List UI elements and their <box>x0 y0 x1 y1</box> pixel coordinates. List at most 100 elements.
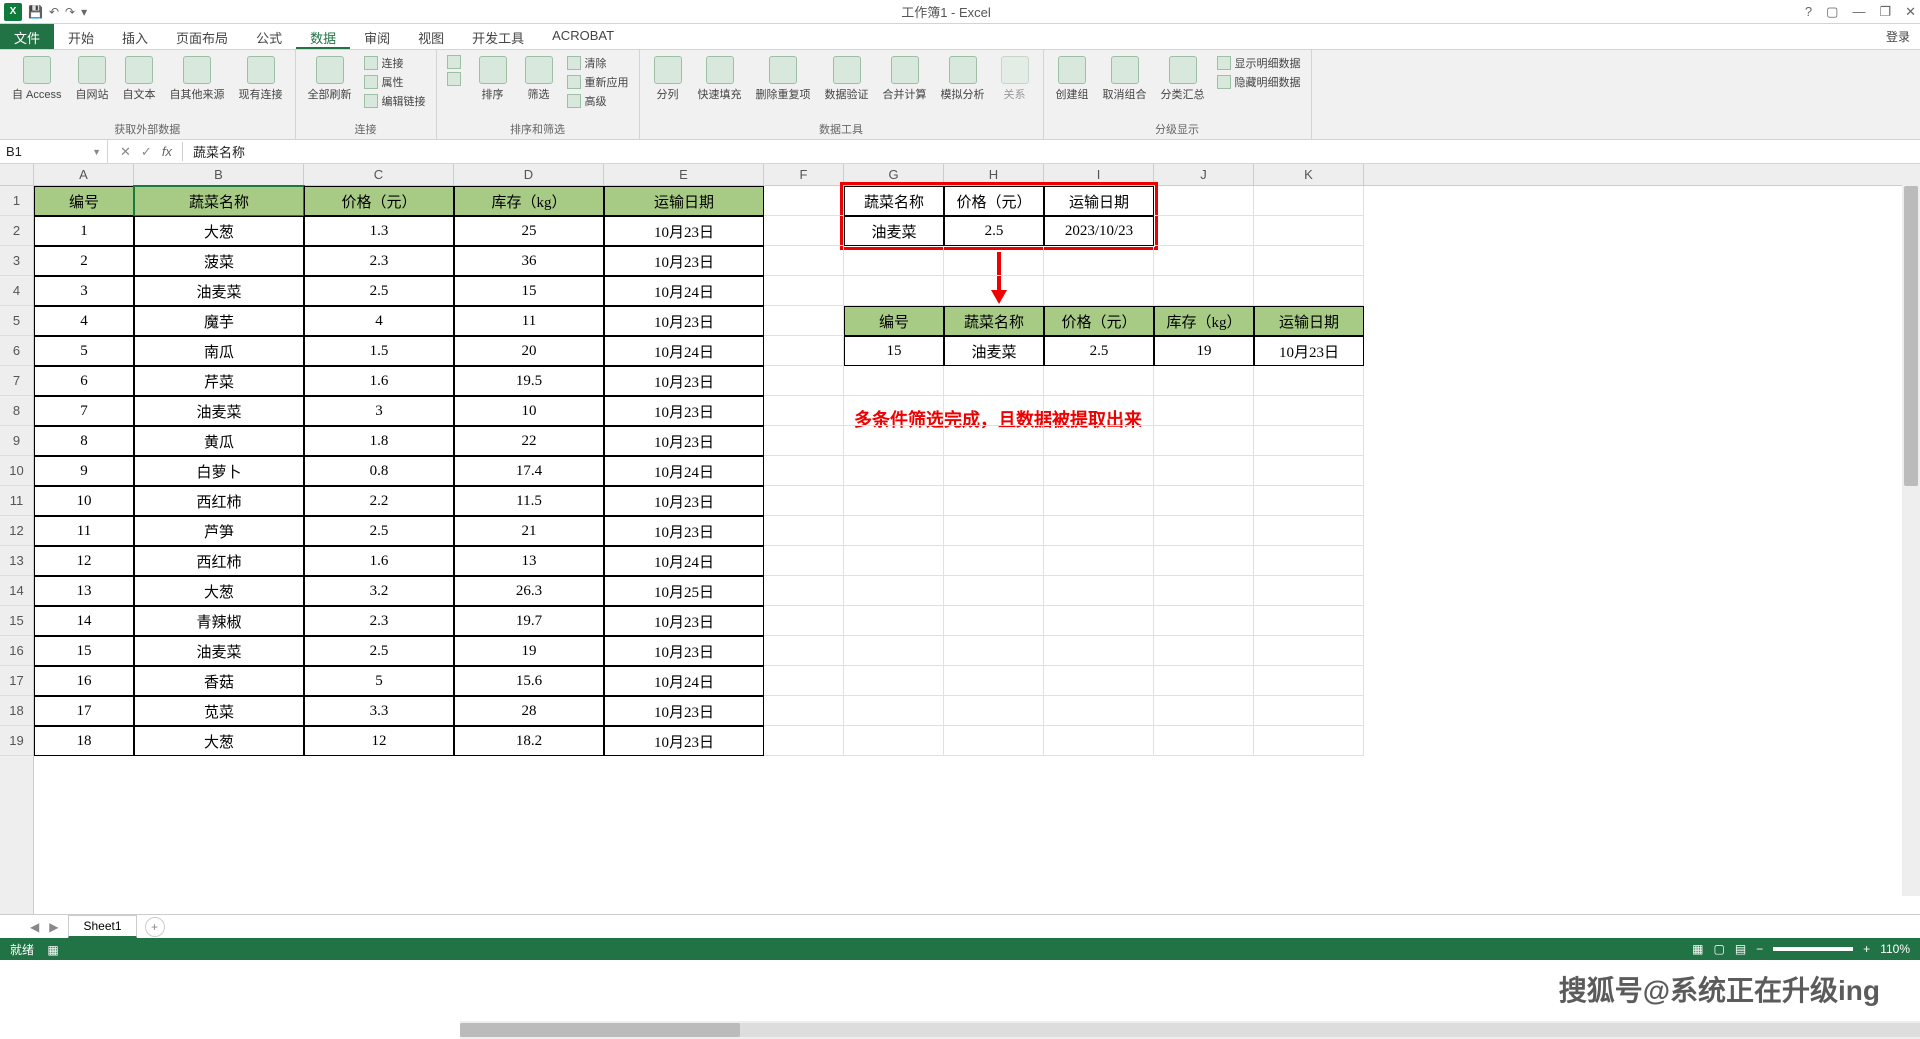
cell[interactable]: 11 <box>454 306 604 336</box>
empty-cell[interactable] <box>844 516 944 546</box>
empty-cell[interactable] <box>764 606 844 636</box>
cell[interactable]: 2.2 <box>304 486 454 516</box>
cell[interactable]: 3.2 <box>304 576 454 606</box>
cell[interactable]: 1.8 <box>304 426 454 456</box>
cell[interactable]: 黄瓜 <box>134 426 304 456</box>
empty-cell[interactable] <box>764 396 844 426</box>
cell[interactable]: 18 <box>34 726 134 756</box>
tab-acrobat[interactable]: ACROBAT <box>538 24 628 49</box>
cell[interactable]: 10月23日 <box>604 606 764 636</box>
cell[interactable]: 13 <box>454 546 604 576</box>
empty-cell[interactable] <box>1154 186 1254 216</box>
fx-icon[interactable]: fx <box>162 144 172 159</box>
cell[interactable]: 10月24日 <box>604 666 764 696</box>
col-header[interactable]: D <box>454 164 604 185</box>
empty-cell[interactable] <box>944 516 1044 546</box>
row-header[interactable]: 9 <box>0 426 33 456</box>
empty-cell[interactable] <box>944 576 1044 606</box>
zoom-out-icon[interactable]: − <box>1756 942 1763 956</box>
tab-formulas[interactable]: 公式 <box>242 24 296 49</box>
empty-cell[interactable] <box>1044 366 1154 396</box>
cell[interactable]: 3 <box>304 396 454 426</box>
cell[interactable]: 5 <box>304 666 454 696</box>
cell[interactable]: 大葱 <box>134 726 304 756</box>
empty-cell[interactable] <box>764 516 844 546</box>
cell[interactable]: 魔芋 <box>134 306 304 336</box>
cell[interactable]: 青辣椒 <box>134 606 304 636</box>
cell[interactable]: 10月24日 <box>604 546 764 576</box>
cell[interactable]: 0.8 <box>304 456 454 486</box>
horizontal-scrollbar[interactable] <box>460 1021 1920 1039</box>
from-web-button[interactable]: 自网站 <box>72 54 113 104</box>
cell[interactable]: 19 <box>1154 336 1254 366</box>
view-layout-icon[interactable]: ▢ <box>1713 942 1724 956</box>
cell[interactable]: 芦笋 <box>134 516 304 546</box>
cell[interactable]: 库存（kg） <box>1154 306 1254 336</box>
empty-cell[interactable] <box>1254 216 1364 246</box>
col-header[interactable]: B <box>134 164 304 185</box>
cell[interactable]: 19.7 <box>454 606 604 636</box>
cell[interactable]: 15 <box>844 336 944 366</box>
cell[interactable]: 4 <box>34 306 134 336</box>
cell[interactable]: 1 <box>34 216 134 246</box>
empty-cell[interactable] <box>764 576 844 606</box>
advanced-button[interactable]: 高级 <box>565 92 631 110</box>
cell[interactable]: 10 <box>454 396 604 426</box>
empty-cell[interactable] <box>944 246 1044 276</box>
cell[interactable]: 2.3 <box>304 606 454 636</box>
row-header[interactable]: 5 <box>0 306 33 336</box>
sheet-nav-next[interactable]: ▶ <box>49 920 58 934</box>
tab-data[interactable]: 数据 <box>296 24 350 49</box>
row-header[interactable]: 17 <box>0 666 33 696</box>
empty-cell[interactable] <box>1154 426 1254 456</box>
formula-input[interactable]: 蔬菜名称 <box>182 142 1908 161</box>
cell[interactable]: 36 <box>454 246 604 276</box>
empty-cell[interactable] <box>1154 216 1254 246</box>
empty-cell[interactable] <box>944 396 1044 426</box>
row-header[interactable]: 15 <box>0 606 33 636</box>
cell[interactable]: 2.5 <box>1044 336 1154 366</box>
hide-detail-button[interactable]: 隐藏明细数据 <box>1215 73 1303 91</box>
row-header[interactable]: 3 <box>0 246 33 276</box>
empty-cell[interactable] <box>844 546 944 576</box>
cell[interactable]: 1.5 <box>304 336 454 366</box>
empty-cell[interactable] <box>1044 636 1154 666</box>
reapply-button[interactable]: 重新应用 <box>565 73 631 91</box>
cell[interactable]: 10月23日 <box>604 696 764 726</box>
col-header[interactable]: K <box>1254 164 1364 185</box>
cell[interactable]: 10月25日 <box>604 576 764 606</box>
tab-insert[interactable]: 插入 <box>108 24 162 49</box>
empty-cell[interactable] <box>764 666 844 696</box>
tab-layout[interactable]: 页面布局 <box>162 24 242 49</box>
cell[interactable]: 编号 <box>844 306 944 336</box>
cell[interactable]: 10月23日 <box>604 516 764 546</box>
empty-cell[interactable] <box>764 696 844 726</box>
row-header[interactable]: 4 <box>0 276 33 306</box>
empty-cell[interactable] <box>944 696 1044 726</box>
empty-cell[interactable] <box>764 306 844 336</box>
empty-cell[interactable] <box>1154 576 1254 606</box>
subtotal-button[interactable]: 分类汇总 <box>1157 54 1209 104</box>
empty-cell[interactable] <box>1044 606 1154 636</box>
empty-cell[interactable] <box>1044 276 1154 306</box>
empty-cell[interactable] <box>1154 636 1254 666</box>
empty-cell[interactable] <box>944 666 1044 696</box>
tab-home[interactable]: 开始 <box>54 24 108 49</box>
cell[interactable]: 菠菜 <box>134 246 304 276</box>
cell[interactable]: 10月23日 <box>604 396 764 426</box>
zoom-level[interactable]: 110% <box>1880 942 1910 956</box>
cell[interactable]: 7 <box>34 396 134 426</box>
sheet-tab-1[interactable]: Sheet1 <box>68 915 136 938</box>
select-all-corner[interactable] <box>0 164 33 186</box>
row-header[interactable]: 6 <box>0 336 33 366</box>
cell[interactable]: 21 <box>454 516 604 546</box>
from-other-button[interactable]: 自其他来源 <box>166 54 229 104</box>
row-header[interactable]: 11 <box>0 486 33 516</box>
cell[interactable]: 库存（kg） <box>454 186 604 216</box>
row-header[interactable]: 12 <box>0 516 33 546</box>
cell[interactable]: 2 <box>34 246 134 276</box>
cell[interactable]: 编号 <box>34 186 134 216</box>
relations-button[interactable]: 关系 <box>995 54 1035 104</box>
empty-cell[interactable] <box>844 426 944 456</box>
clear-filter-button[interactable]: 清除 <box>565 54 631 72</box>
